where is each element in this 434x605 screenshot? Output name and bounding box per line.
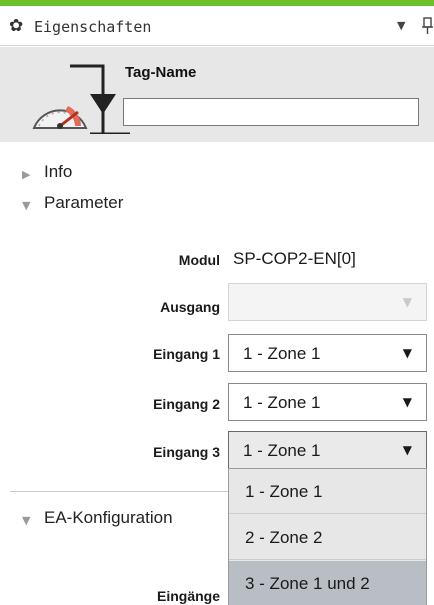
eingang3-label: Eingang 3 [153, 444, 220, 460]
section-divider [10, 491, 228, 492]
eingang1-select[interactable]: 1 - Zone 1 ▼ [228, 334, 427, 372]
eingang1-label: Eingang 1 [153, 346, 220, 362]
tag-name-input[interactable] [123, 98, 419, 126]
eingang2-value: 1 - Zone 1 [243, 393, 321, 412]
chevron-down-icon: ▼ [402, 395, 412, 409]
expand-icon[interactable]: ▶ [22, 168, 30, 181]
collapse-icon[interactable]: ▼ [22, 199, 30, 212]
section-parameter[interactable]: Parameter [44, 193, 123, 213]
chevron-down-icon: ▼ [402, 346, 412, 360]
eingang3-value: 1 - Zone 1 [243, 441, 321, 460]
panel-titlebar: ✿ Eigenschaften ▼ [0, 6, 434, 46]
modul-label: Modul [178, 252, 220, 268]
dropdown-option[interactable]: 2 - Zone 2 [229, 515, 426, 560]
eingang2-select[interactable]: 1 - Zone 1 ▼ [228, 383, 427, 421]
eingang1-value: 1 - Zone 1 [243, 344, 321, 363]
modul-value: SP-COP2-EN[0] [233, 249, 356, 268]
pin-icon[interactable] [421, 16, 434, 36]
eingang2-label: Eingang 2 [153, 396, 220, 412]
eingaenge-label: Eingänge [156, 588, 220, 604]
chevron-down-icon[interactable]: ▼ [397, 19, 405, 32]
collapse-icon[interactable]: ▼ [22, 514, 30, 527]
dropdown-option[interactable]: 1 - Zone 1 [229, 469, 426, 514]
dropdown-popup: 1 - Zone 1 2 - Zone 2 3 - Zone 1 und 2 [228, 468, 427, 605]
eingang3-select[interactable]: 1 - Zone 1 ▼ [228, 431, 427, 469]
dropdown-option-selected[interactable]: 3 - Zone 1 und 2 [229, 561, 426, 605]
tag-header: Tag-Name [0, 47, 434, 142]
gear-icon: ✿ [9, 16, 24, 36]
gauge-icon [30, 62, 130, 136]
chevron-down-icon: ▼ [402, 295, 412, 309]
section-ea-konfiguration[interactable]: EA-Konfiguration [44, 508, 173, 528]
ausgang-label: Ausgang [160, 299, 220, 315]
chevron-down-icon: ▼ [402, 443, 412, 457]
ausgang-select: ▼ [228, 283, 427, 321]
tag-name-label: Tag-Name [125, 64, 197, 81]
section-info[interactable]: Info [44, 162, 72, 182]
panel-title: Eigenschaften [34, 18, 152, 36]
